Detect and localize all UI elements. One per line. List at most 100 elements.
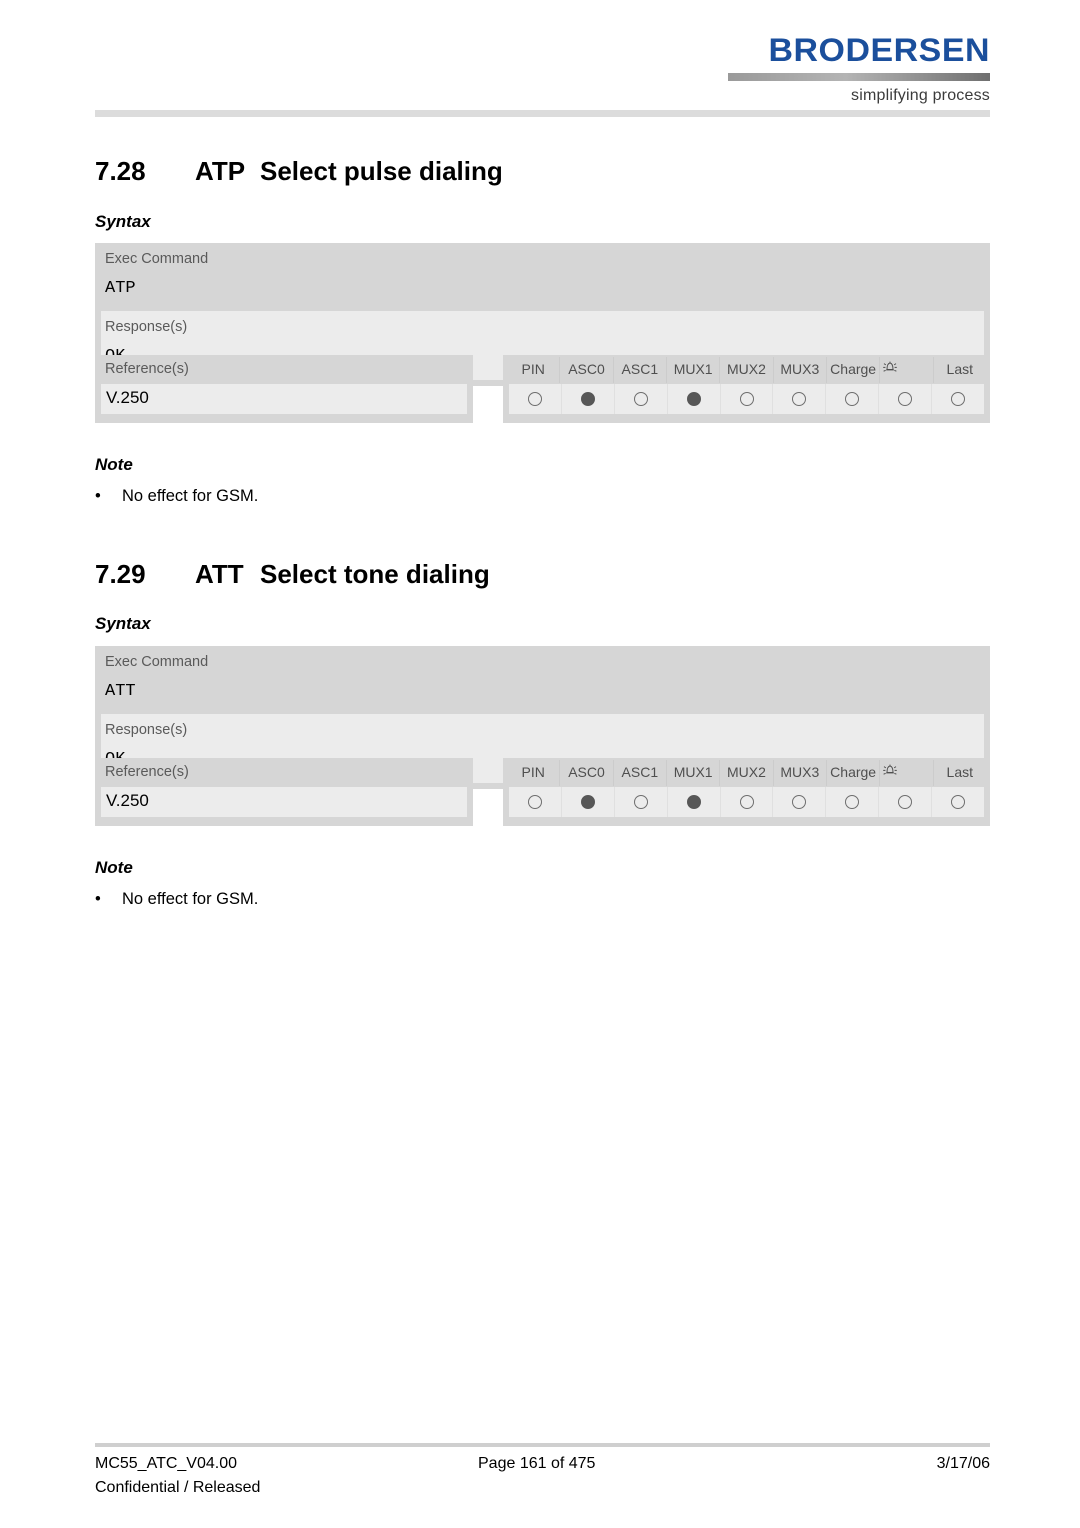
reference-flags-row-2: Reference(s) V.250 PIN ASC0 ASC1 MUX1 MU… xyxy=(95,758,990,826)
exec-command-block-2: Exec Command ATT xyxy=(95,646,990,715)
footer-classification: Confidential / Released xyxy=(95,1479,261,1496)
radio-filled-icon xyxy=(580,392,595,406)
flag-state-asc0 xyxy=(562,384,615,414)
flags-header-row-2: PIN ASC0 ASC1 MUX1 MUX2 MUX3 Charge Last xyxy=(507,760,986,786)
radio-empty-icon xyxy=(633,392,648,406)
exec-command-label-2: Exec Command xyxy=(105,654,209,670)
flag-col-charge: Charge xyxy=(827,357,881,383)
logo-wordmark: BRODERSEN xyxy=(768,32,990,68)
note-text-2: No effect for GSM. xyxy=(122,890,259,908)
flag-state-asc0 xyxy=(562,787,615,817)
flag-col-asc1: ASC1 xyxy=(614,357,667,383)
note-item-1: • No effect for GSM. xyxy=(95,487,258,506)
exec-command-value-1: ATP xyxy=(105,278,136,298)
references-block-1: Reference(s) V.250 xyxy=(95,355,473,423)
bullet-icon: • xyxy=(95,487,101,505)
radio-empty-icon xyxy=(845,392,860,406)
radio-filled-icon xyxy=(580,795,595,809)
exec-command-value-2: ATT xyxy=(105,681,136,701)
flags-header-row-1: PIN ASC0 ASC1 MUX1 MUX2 MUX3 Charge Last xyxy=(507,357,986,383)
flag-col-mux1: MUX1 xyxy=(667,760,721,786)
flag-state-mux1 xyxy=(668,787,721,817)
flag-state-asc1 xyxy=(615,384,668,414)
flag-state-pin xyxy=(509,787,562,817)
flag-col-mux1: MUX1 xyxy=(667,357,721,383)
section-title-1: Select pulse dialing xyxy=(260,156,503,186)
radio-empty-icon xyxy=(845,795,860,809)
footer-divider xyxy=(95,1443,990,1447)
radio-empty-icon xyxy=(898,392,913,406)
exec-command-block-1: Exec Command ATP xyxy=(95,243,990,312)
radio-empty-icon xyxy=(527,392,542,406)
flag-state-last xyxy=(932,787,984,817)
syntax-label-1: Syntax xyxy=(95,212,151,231)
section-heading-2: 7.29 ATT Select tone dialing xyxy=(95,559,490,590)
section-number-2: 7.29 xyxy=(95,559,146,589)
flag-col-asc0: ASC0 xyxy=(560,760,614,786)
note-label-1: Note xyxy=(95,455,133,474)
references-value-box-2: V.250 xyxy=(101,787,467,817)
flag-col-pin: PIN xyxy=(507,760,561,786)
alarm-bell-icon xyxy=(880,760,934,786)
flag-state-charge xyxy=(826,787,880,817)
flags-state-row-1 xyxy=(509,384,984,414)
radio-empty-icon xyxy=(739,392,754,406)
response-label-1: Response(s) xyxy=(105,319,188,336)
radio-empty-icon xyxy=(527,795,542,809)
section-command-1: ATP xyxy=(195,156,246,186)
flag-state-mux1 xyxy=(668,384,721,414)
flag-col-mux2: MUX2 xyxy=(720,760,774,786)
response-label-2: Response(s) xyxy=(105,722,188,739)
flag-state-alarm xyxy=(879,787,933,817)
references-value-1: V.250 xyxy=(106,388,149,407)
syntax-label-2: Syntax xyxy=(95,614,151,633)
logo-tagline: simplifying process xyxy=(851,87,990,104)
brodersen-logo: BRODERSEN simplifying process xyxy=(728,34,990,105)
flag-state-last xyxy=(932,384,984,414)
footer-left: MC55_ATC_V04.00 Confidential / Released xyxy=(95,1455,260,1497)
flag-state-mux2 xyxy=(721,787,774,817)
radio-filled-icon xyxy=(686,795,701,809)
flag-col-last: Last xyxy=(946,764,974,780)
section-heading-1: 7.28 ATP Select pulse dialing xyxy=(95,156,503,187)
radio-empty-icon xyxy=(792,392,807,406)
radio-empty-icon xyxy=(633,795,648,809)
page-footer: MC55_ATC_V04.00 Confidential / Released … xyxy=(95,1455,990,1515)
flag-col-pin: PIN xyxy=(507,357,561,383)
references-value-2: V.250 xyxy=(106,791,149,810)
footer-date: 3/17/06 xyxy=(936,1455,990,1472)
footer-document-id: MC55_ATC_V04.00 xyxy=(95,1455,237,1472)
note-label-2: Note xyxy=(95,858,133,877)
references-label-2: Reference(s) xyxy=(105,764,189,780)
flag-state-asc1 xyxy=(615,787,668,817)
flag-col-asc0: ASC0 xyxy=(560,357,614,383)
flag-col-mux3: MUX3 xyxy=(774,357,827,383)
flag-col-mux2: MUX2 xyxy=(720,357,774,383)
capability-flags-table-1: PIN ASC0 ASC1 MUX1 MUX2 MUX3 Charge Last xyxy=(503,355,990,423)
radio-empty-icon xyxy=(951,392,966,406)
alarm-bell-icon xyxy=(880,357,934,383)
flag-state-mux3 xyxy=(773,384,827,414)
radio-empty-icon xyxy=(951,795,966,809)
reference-flags-row-1: Reference(s) V.250 PIN ASC0 ASC1 MUX1 MU… xyxy=(95,355,990,423)
note-item-2: • No effect for GSM. xyxy=(95,890,258,909)
bullet-icon: • xyxy=(95,890,101,908)
radio-empty-icon xyxy=(898,795,913,809)
flag-state-charge xyxy=(826,384,880,414)
flag-state-pin xyxy=(509,384,562,414)
capability-flags-table-2: PIN ASC0 ASC1 MUX1 MUX2 MUX3 Charge Last xyxy=(503,758,990,826)
page-header: BRODERSEN simplifying process xyxy=(0,0,1080,122)
flag-state-alarm xyxy=(879,384,933,414)
flag-col-charge: Charge xyxy=(827,760,881,786)
section-title-2: Select tone dialing xyxy=(260,559,490,589)
flag-col-asc1: ASC1 xyxy=(614,760,667,786)
flag-col-mux3: MUX3 xyxy=(774,760,827,786)
flag-state-mux3 xyxy=(773,787,827,817)
section-command-2: ATT xyxy=(195,559,244,589)
exec-command-label-1: Exec Command xyxy=(105,251,209,267)
radio-empty-icon xyxy=(739,795,754,809)
note-text-1: No effect for GSM. xyxy=(122,487,259,505)
document-page: BRODERSEN simplifying process 7.28 ATP Sel… xyxy=(0,0,1080,1528)
section-number-1: 7.28 xyxy=(95,156,146,186)
flag-col-last: Last xyxy=(946,361,974,377)
